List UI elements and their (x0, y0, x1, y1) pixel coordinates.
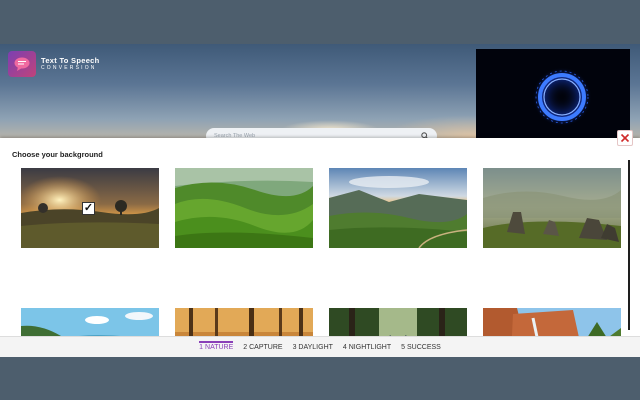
thumbnail-misty-rocks[interactable] (483, 168, 621, 248)
scrollbar[interactable] (628, 160, 630, 330)
app-stage: Text To Speech CONVERSION Search The Web (0, 44, 640, 356)
thumbnail-green-hills[interactable] (175, 168, 313, 248)
step-nature[interactable]: 1 NATURE (199, 340, 234, 351)
step-success[interactable]: 5 SUCCESS (401, 344, 441, 351)
step-capture[interactable]: 2 CAPTURE (243, 344, 282, 351)
voice-ring-icon (532, 67, 592, 127)
logo-title: Text To Speech (41, 55, 100, 65)
logo-text: Text To Speech CONVERSION (41, 57, 100, 72)
thumbnail-sunset-meadow[interactable]: ✓ (21, 168, 159, 248)
voice-visualizer[interactable] (476, 49, 630, 141)
close-button[interactable] (617, 130, 633, 146)
background-chooser-modal: Choose your background ✓ (0, 138, 640, 356)
logo-subtitle: CONVERSION (41, 65, 97, 72)
app-logo[interactable]: Text To Speech CONVERSION (8, 51, 100, 77)
step-daylight[interactable]: 3 DAYLIGHT (293, 344, 333, 351)
modal-title: Choose your background (12, 150, 103, 159)
speech-bubble-icon (8, 51, 36, 77)
checkbox-checked-icon[interactable]: ✓ (82, 202, 95, 215)
wizard-steps: 1 NATURE 2 CAPTURE 3 DAYLIGHT 4 NIGHTLIG… (0, 336, 640, 357)
thumbnail-mountain-valley[interactable] (329, 168, 467, 248)
close-icon (620, 133, 630, 143)
step-nightlight[interactable]: 4 NIGHTLIGHT (343, 344, 391, 351)
